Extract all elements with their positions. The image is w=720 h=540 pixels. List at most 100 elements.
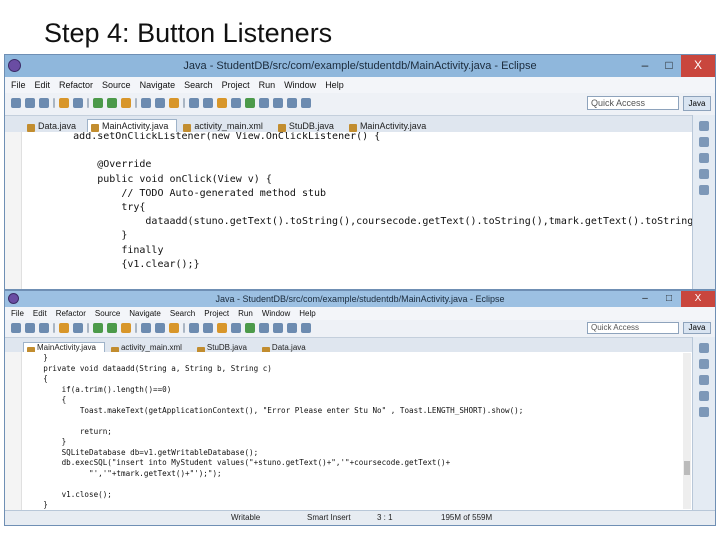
tab-data-java[interactable]: Data.java xyxy=(258,342,315,355)
separator[interactable] xyxy=(135,98,137,108)
menu-run[interactable]: Run xyxy=(259,80,276,90)
menu-project[interactable]: Project xyxy=(204,309,229,318)
next-annotation-icon[interactable] xyxy=(245,323,255,333)
open-type-icon[interactable] xyxy=(155,98,165,108)
menu-file[interactable]: File xyxy=(11,309,24,318)
tab-mainactivity-java-2[interactable]: MainActivity.java xyxy=(345,119,435,132)
toolbar-icons[interactable] xyxy=(11,98,311,108)
back-icon[interactable] xyxy=(189,323,199,333)
problems-icon[interactable] xyxy=(699,391,709,401)
print-icon[interactable] xyxy=(39,98,49,108)
close-button[interactable]: X xyxy=(681,55,715,77)
tab-mainactivity-java[interactable]: MainActivity.java xyxy=(23,342,105,355)
menu-run[interactable]: Run xyxy=(238,309,253,318)
history-back-icon[interactable] xyxy=(287,98,297,108)
save-icon[interactable] xyxy=(25,98,35,108)
code-text[interactable]: } private void dataadd(String a, String … xyxy=(25,353,523,511)
external-tools-icon[interactable] xyxy=(121,98,131,108)
menu-window[interactable]: Window xyxy=(262,309,290,318)
quick-access-input[interactable]: Quick Access xyxy=(587,96,679,110)
run-icon[interactable] xyxy=(107,98,117,108)
menu-help[interactable]: Help xyxy=(325,80,344,90)
tab-studb-java[interactable]: StuDB.java xyxy=(274,119,343,132)
tab-activity-main-xml[interactable]: activity_main.xml xyxy=(107,342,191,355)
menu-search[interactable]: Search xyxy=(184,80,213,90)
toggle-mark-icon[interactable] xyxy=(231,323,241,333)
new-icon[interactable] xyxy=(11,98,21,108)
menu-edit[interactable]: Edit xyxy=(35,80,51,90)
prev-annotation-icon[interactable] xyxy=(259,98,269,108)
run-icon[interactable] xyxy=(107,323,117,333)
separator[interactable] xyxy=(183,98,185,108)
javadoc-icon[interactable] xyxy=(699,185,709,195)
close-button[interactable]: X xyxy=(681,291,715,307)
menu-window[interactable]: Window xyxy=(284,80,316,90)
class-icon[interactable] xyxy=(73,323,83,333)
debug-icon[interactable] xyxy=(93,98,103,108)
restore-button[interactable]: □ xyxy=(657,55,681,77)
tab-data-java[interactable]: Data.java xyxy=(23,119,85,132)
perspective-java-button[interactable]: Java xyxy=(683,322,711,334)
code-editor[interactable]: add.setOnClickListener(new View.OnClickL… xyxy=(5,132,693,289)
task-list-icon[interactable] xyxy=(699,137,709,147)
menu-refactor[interactable]: Refactor xyxy=(59,80,93,90)
separator[interactable] xyxy=(87,323,89,333)
class-icon[interactable] xyxy=(73,98,83,108)
console-icon[interactable] xyxy=(699,375,709,385)
history-forward-icon[interactable] xyxy=(301,323,311,333)
outline-icon[interactable] xyxy=(699,343,709,353)
last-edit-icon[interactable] xyxy=(273,323,283,333)
menu-edit[interactable]: Edit xyxy=(33,309,47,318)
debug-icon[interactable] xyxy=(93,323,103,333)
package-icon[interactable] xyxy=(59,323,69,333)
forward-icon[interactable] xyxy=(203,98,213,108)
annotation-icon[interactable] xyxy=(217,323,227,333)
history-back-icon[interactable] xyxy=(287,323,297,333)
status-memory[interactable]: 195M of 559M xyxy=(441,513,492,522)
restore-button[interactable]: □ xyxy=(657,291,681,307)
menu-source[interactable]: Source xyxy=(102,80,131,90)
package-icon[interactable] xyxy=(59,98,69,108)
separator[interactable] xyxy=(183,323,185,333)
search-icon[interactable] xyxy=(141,323,151,333)
task-icon[interactable] xyxy=(169,98,179,108)
external-tools-icon[interactable] xyxy=(121,323,131,333)
toggle-mark-icon[interactable] xyxy=(231,98,241,108)
annotation-icon[interactable] xyxy=(217,98,227,108)
tab-activity-main-xml[interactable]: activity_main.xml xyxy=(179,119,272,132)
toolbar-icons[interactable] xyxy=(11,323,311,333)
menu-refactor[interactable]: Refactor xyxy=(56,309,86,318)
code-text[interactable]: add.setOnClickListener(new View.OnClickL… xyxy=(25,132,693,272)
prev-annotation-icon[interactable] xyxy=(259,323,269,333)
print-icon[interactable] xyxy=(39,323,49,333)
forward-icon[interactable] xyxy=(203,323,213,333)
menu-navigate[interactable]: Navigate xyxy=(129,309,161,318)
search-icon[interactable] xyxy=(141,98,151,108)
tab-mainactivity-java[interactable]: MainActivity.java xyxy=(87,119,178,132)
minimize-button[interactable]: – xyxy=(633,291,657,307)
last-edit-icon[interactable] xyxy=(273,98,283,108)
code-editor[interactable]: } private void dataadd(String a, String … xyxy=(5,352,693,511)
save-icon[interactable] xyxy=(25,323,35,333)
task-list-icon[interactable] xyxy=(699,359,709,369)
menu-search[interactable]: Search xyxy=(170,309,195,318)
javadoc-icon[interactable] xyxy=(699,407,709,417)
next-annotation-icon[interactable] xyxy=(245,98,255,108)
menu-source[interactable]: Source xyxy=(95,309,120,318)
separator[interactable] xyxy=(87,98,89,108)
separator[interactable] xyxy=(53,323,55,333)
new-icon[interactable] xyxy=(11,323,21,333)
menu-file[interactable]: File xyxy=(11,80,26,90)
separator[interactable] xyxy=(135,323,137,333)
problems-icon[interactable] xyxy=(699,169,709,179)
quick-access-input[interactable]: Quick Access xyxy=(587,322,679,334)
history-forward-icon[interactable] xyxy=(301,98,311,108)
perspective-java-button[interactable]: Java xyxy=(683,96,711,111)
outline-icon[interactable] xyxy=(699,121,709,131)
minimize-button[interactable]: – xyxy=(633,55,657,77)
task-icon[interactable] xyxy=(169,323,179,333)
open-type-icon[interactable] xyxy=(155,323,165,333)
menu-help[interactable]: Help xyxy=(299,309,315,318)
back-icon[interactable] xyxy=(189,98,199,108)
editor-scrollbar[interactable] xyxy=(683,353,691,509)
